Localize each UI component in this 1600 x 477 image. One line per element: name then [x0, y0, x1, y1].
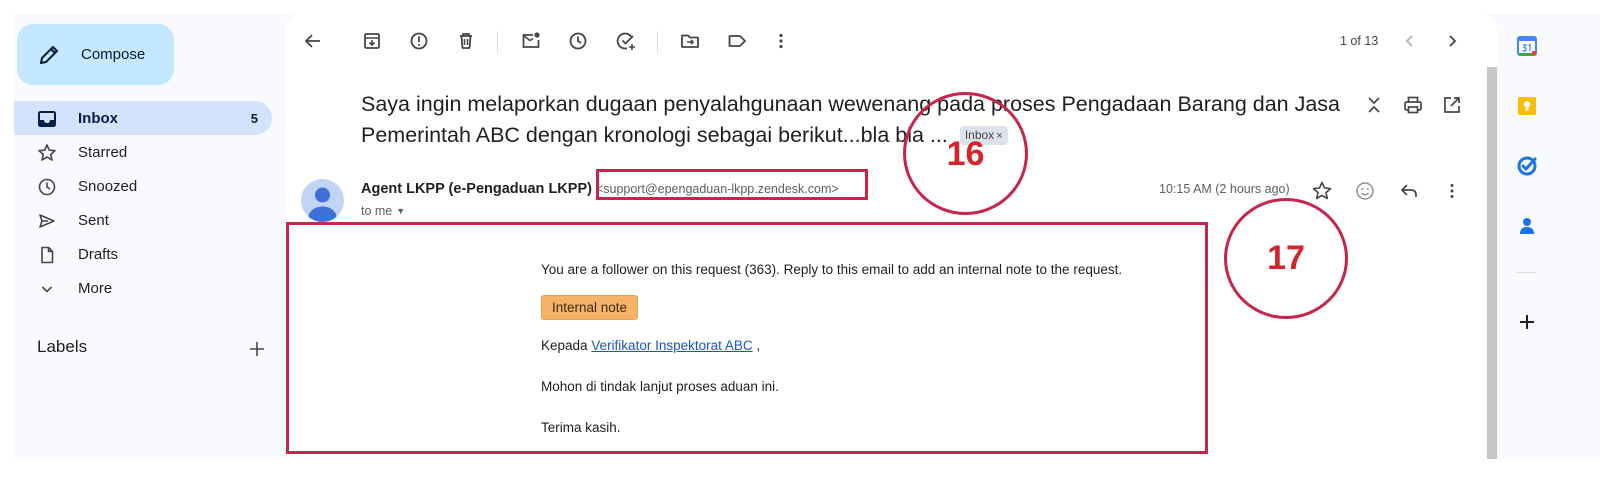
- report-spam-icon[interactable]: [407, 29, 431, 53]
- side-panel-rail: [1505, 14, 1549, 459]
- message-toolbar: 1 of 13: [285, 14, 1497, 68]
- rail-divider: [1517, 272, 1537, 273]
- sidebar-item-label: More: [78, 279, 113, 297]
- toolbar-divider: [497, 31, 498, 53]
- annotation-body-box: [286, 222, 1208, 454]
- recipient-label: to me: [361, 204, 393, 218]
- send-icon: [39, 214, 55, 228]
- annotation-number-17: 17: [1267, 239, 1305, 277]
- sender-avatar[interactable]: [301, 179, 344, 222]
- emoji-reaction-icon[interactable]: [1354, 180, 1376, 202]
- sidebar-item-more[interactable]: More: [14, 271, 272, 305]
- recipient-details-toggle[interactable]: to me ▼: [361, 204, 405, 218]
- sender-name[interactable]: Agent LKPP (e-Pengaduan LKPP): [361, 181, 592, 197]
- more-vertical-icon[interactable]: [769, 29, 793, 53]
- sidebar-item-sent[interactable]: Sent: [14, 203, 272, 237]
- archive-icon[interactable]: [360, 29, 384, 53]
- inbox-icon: [38, 111, 56, 127]
- add-label-icon[interactable]: [247, 339, 267, 359]
- caret-down-icon: ▼: [396, 206, 406, 216]
- back-arrow-icon[interactable]: [301, 29, 325, 53]
- email-subject: Saya ingin melaporkan dugaan penyalahgun…: [361, 89, 1341, 151]
- mark-unread-icon[interactable]: [519, 29, 543, 53]
- tasks-icon[interactable]: [1515, 154, 1539, 178]
- keep-notes-icon[interactable]: [1515, 94, 1539, 118]
- sidebar-item-label: Starred: [78, 143, 128, 161]
- sidebar-item-starred[interactable]: Starred: [14, 135, 272, 169]
- prev-message-icon[interactable]: [1398, 29, 1422, 53]
- person-icon: [308, 187, 337, 222]
- pencil-icon: [40, 46, 58, 64]
- file-icon: [41, 246, 54, 264]
- message-time: 10:15 AM (2 hours ago): [1159, 182, 1290, 196]
- more-vertical-icon[interactable]: [1441, 180, 1463, 202]
- move-to-icon[interactable]: [678, 29, 702, 53]
- collapse-all-icon[interactable]: [1363, 94, 1385, 116]
- star-icon: [38, 144, 56, 161]
- label-tag-icon[interactable]: [725, 29, 749, 53]
- labels-title: Labels: [37, 337, 88, 356]
- subject-text: Saya ingin melaporkan dugaan penyalahgun…: [361, 92, 1341, 147]
- open-new-window-icon[interactable]: [1441, 94, 1463, 116]
- compose-label: Compose: [81, 46, 146, 63]
- add-addon-icon[interactable]: [1515, 310, 1539, 334]
- sidebar-item-label: Snoozed: [78, 177, 138, 195]
- star-icon[interactable]: [1311, 180, 1333, 202]
- contacts-icon[interactable]: [1515, 214, 1539, 238]
- calendar-icon[interactable]: [1515, 34, 1539, 58]
- trash-icon[interactable]: [454, 29, 478, 53]
- print-icon[interactable]: [1402, 94, 1424, 116]
- annotation-number-16: 16: [946, 135, 985, 173]
- next-message-icon[interactable]: [1440, 29, 1464, 53]
- unread-count: 5: [250, 110, 258, 126]
- sidebar-item-drafts[interactable]: Drafts: [14, 237, 272, 271]
- sidebar-item-label: Sent: [78, 211, 109, 229]
- toolbar-divider: [657, 31, 658, 53]
- scrollbar[interactable]: [1487, 67, 1497, 459]
- snooze-clock-icon[interactable]: [566, 29, 590, 53]
- labels-header: Labels: [37, 337, 267, 361]
- compose-button[interactable]: Compose: [17, 24, 174, 85]
- annotation-email-box: [596, 169, 868, 200]
- sidebar-item-snoozed[interactable]: Snoozed: [14, 169, 272, 203]
- clock-icon: [38, 178, 56, 196]
- sidebar-item-label: Inbox: [78, 109, 118, 127]
- message-pager: 1 of 13: [1340, 34, 1379, 48]
- add-task-icon[interactable]: [614, 29, 638, 53]
- sidebar-nav: Inbox 5 Starred Snoozed Sent Drafts More: [14, 101, 276, 305]
- sidebar: Compose Inbox 5 Starred Snoozed Sent Dra…: [14, 14, 276, 459]
- sidebar-item-label: Drafts: [78, 245, 119, 263]
- sidebar-item-inbox[interactable]: Inbox 5: [14, 101, 272, 135]
- chevron-down-icon: [41, 286, 53, 293]
- reply-icon[interactable]: [1398, 180, 1420, 202]
